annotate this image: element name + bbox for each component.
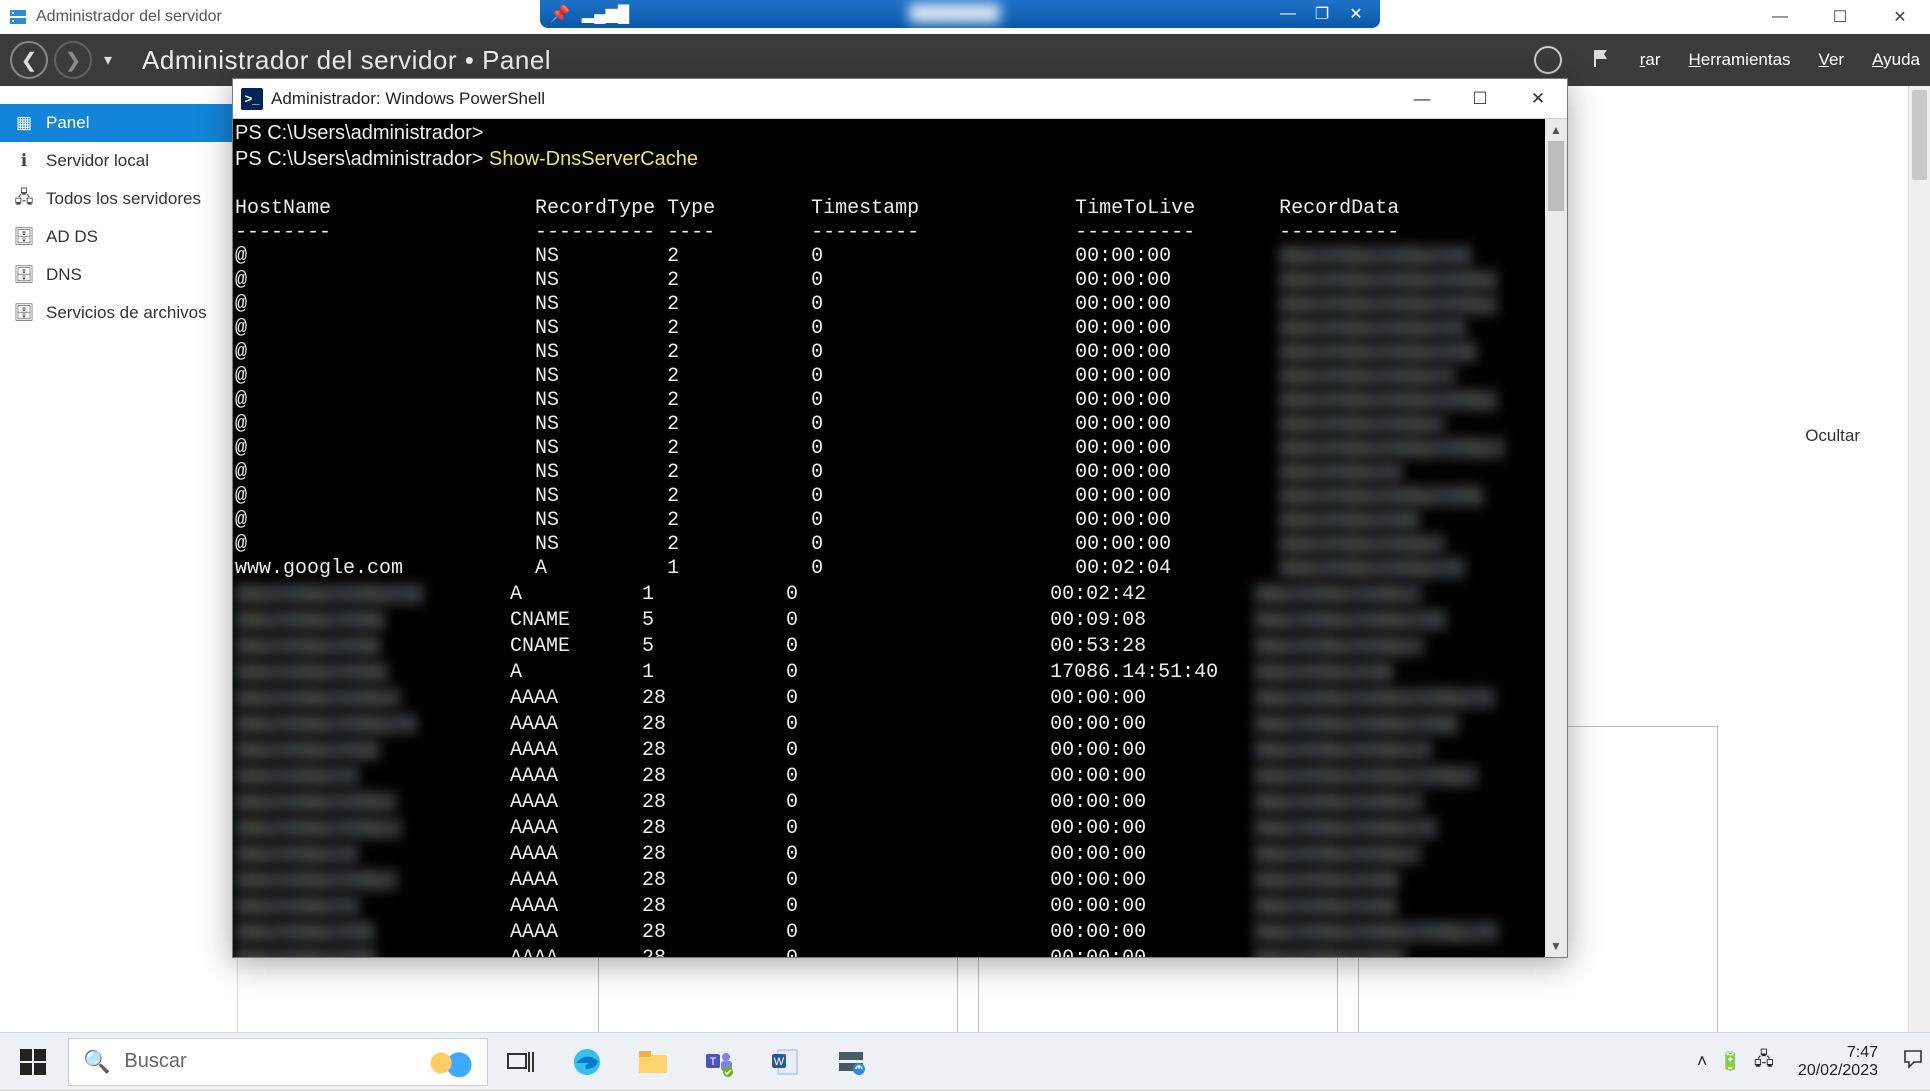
sidebar-item[interactable]: ℹ Servidor local [0,142,237,180]
menu-tools[interactable]: Herramientas [1689,50,1791,70]
nav-forward-button[interactable]: ❯ [54,41,92,79]
sidebar-item[interactable]: 🗄 AD DS [0,218,237,256]
outer-minimize-button[interactable]: — [1750,0,1810,34]
ps-maximize-button[interactable]: ☐ [1451,79,1509,119]
server-manager-icon [8,7,28,27]
taskbar-search[interactable]: 🔍 Buscar [68,1038,488,1086]
menu-help[interactable]: Ayuda [1872,50,1920,70]
sidebar-item-label: Servicios de archivos [46,303,207,323]
sidebar-item-icon: 🗄 [14,227,34,247]
outer-title: Administrador del servidor [36,8,222,26]
svg-text:T: T [710,1056,717,1068]
powershell-icon: >_ [241,88,263,110]
sidebar-item-icon: ℹ [14,151,34,171]
sidebar-item[interactable]: 🗄 DNS [0,256,237,294]
start-button[interactable] [0,1033,66,1091]
nav-back-button[interactable]: ❮ [10,41,48,79]
powershell-console[interactable]: PS C:\Users\administrador> PS C:\Users\a… [233,119,1545,957]
tray-network-icon[interactable]: 🖧 [1754,1047,1774,1077]
clock-date: 20/02/2023 [1798,1062,1878,1080]
refresh-icon[interactable] [1534,46,1562,74]
remote-host-label: ████████ [641,5,1268,23]
remote-close-button[interactable]: ✕ [1342,3,1370,25]
svg-text:W: W [774,1056,785,1068]
taskbar-app-server-manager[interactable] [818,1033,884,1091]
powershell-titlebar[interactable]: >_ Administrador: Windows PowerShell — ☐… [233,79,1567,119]
scroll-up-icon[interactable]: ▲ [1545,119,1567,141]
sidebar-item-label: Panel [46,113,89,133]
clock-time: 7:47 [1798,1044,1878,1062]
sidebar-item-icon: 🗄 [14,303,34,323]
taskbar-clock[interactable]: 7:47 20/02/2023 [1788,1044,1888,1080]
hide-link[interactable]: Ocultar [1805,426,1860,446]
taskbar: 🔍 Buscar T W ˄ [0,1032,1930,1090]
sidebar-item-label: AD DS [46,227,98,247]
scroll-down-icon[interactable]: ▼ [1545,935,1567,957]
nav-history-caret-icon[interactable]: ▾ [104,50,112,70]
sidebar-item-label: Servidor local [46,151,149,171]
search-placeholder: Buscar [124,1050,186,1073]
pin-icon[interactable]: 📌 [550,4,570,24]
task-view-button[interactable] [488,1033,554,1091]
sidebar-item-label: Todos los servidores [46,189,201,209]
sidebar-item-label: DNS [46,265,82,285]
sidebar-item-icon: 🗄 [14,265,34,285]
search-icon: 🔍 [83,1049,110,1075]
outer-close-button[interactable]: ✕ [1870,0,1930,34]
taskbar-app-edge[interactable] [554,1033,620,1091]
powershell-title: Administrador: Windows PowerShell [271,89,545,109]
menu-manage[interactable]: rar [1640,50,1661,70]
taskbar-app-word[interactable]: W [752,1033,818,1091]
tray-overflow-icon[interactable]: ˄ [1697,1051,1708,1072]
outer-maximize-button[interactable]: ☐ [1810,0,1870,34]
menu-view[interactable]: Ver [1819,50,1845,70]
notifications-flag-icon[interactable] [1590,47,1612,74]
remote-restore-button[interactable]: ❐ [1308,3,1336,25]
taskbar-app-teams[interactable]: T [686,1033,752,1091]
ps-minimize-button[interactable]: — [1393,79,1451,119]
ps-close-button[interactable]: ✕ [1509,79,1567,119]
sidebar-item[interactable]: 🗄 Servicios de archivos [0,294,237,332]
outer-window: Administrador del servidor — ☐ ✕ 📌 ▂▄▆█ … [0,0,1930,1090]
powershell-scrollbar[interactable]: ▲ ▼ [1545,119,1567,957]
remote-minimize-button[interactable]: — [1274,3,1302,25]
powershell-window[interactable]: >_ Administrador: Windows PowerShell — ☐… [232,78,1568,958]
breadcrumb: Administrador del servidor • Panel [142,45,551,76]
sidebar-item-icon: 🖧 [14,189,34,209]
tray-battery-icon[interactable]: 🔋 [1719,1051,1741,1072]
remote-session-bar[interactable]: 📌 ▂▄▆█ ████████ — ❐ ✕ [540,0,1380,28]
signal-icon: ▂▄▆█ [582,4,629,24]
sidebar-item-icon: ▦ [14,113,34,133]
action-center-icon[interactable] [1902,1048,1924,1075]
taskbar-app-explorer[interactable] [620,1033,686,1091]
sidebar-item[interactable]: ▦ Panel [0,104,237,142]
sidebar-item[interactable]: 🖧 Todos los servidores [0,180,237,218]
search-highlights-icon[interactable] [417,1045,477,1081]
sidebar: ▦ Panelℹ Servidor local 🖧 Todos los servidor… [0,86,238,1090]
content-scrollbar[interactable] [1908,86,1930,1090]
